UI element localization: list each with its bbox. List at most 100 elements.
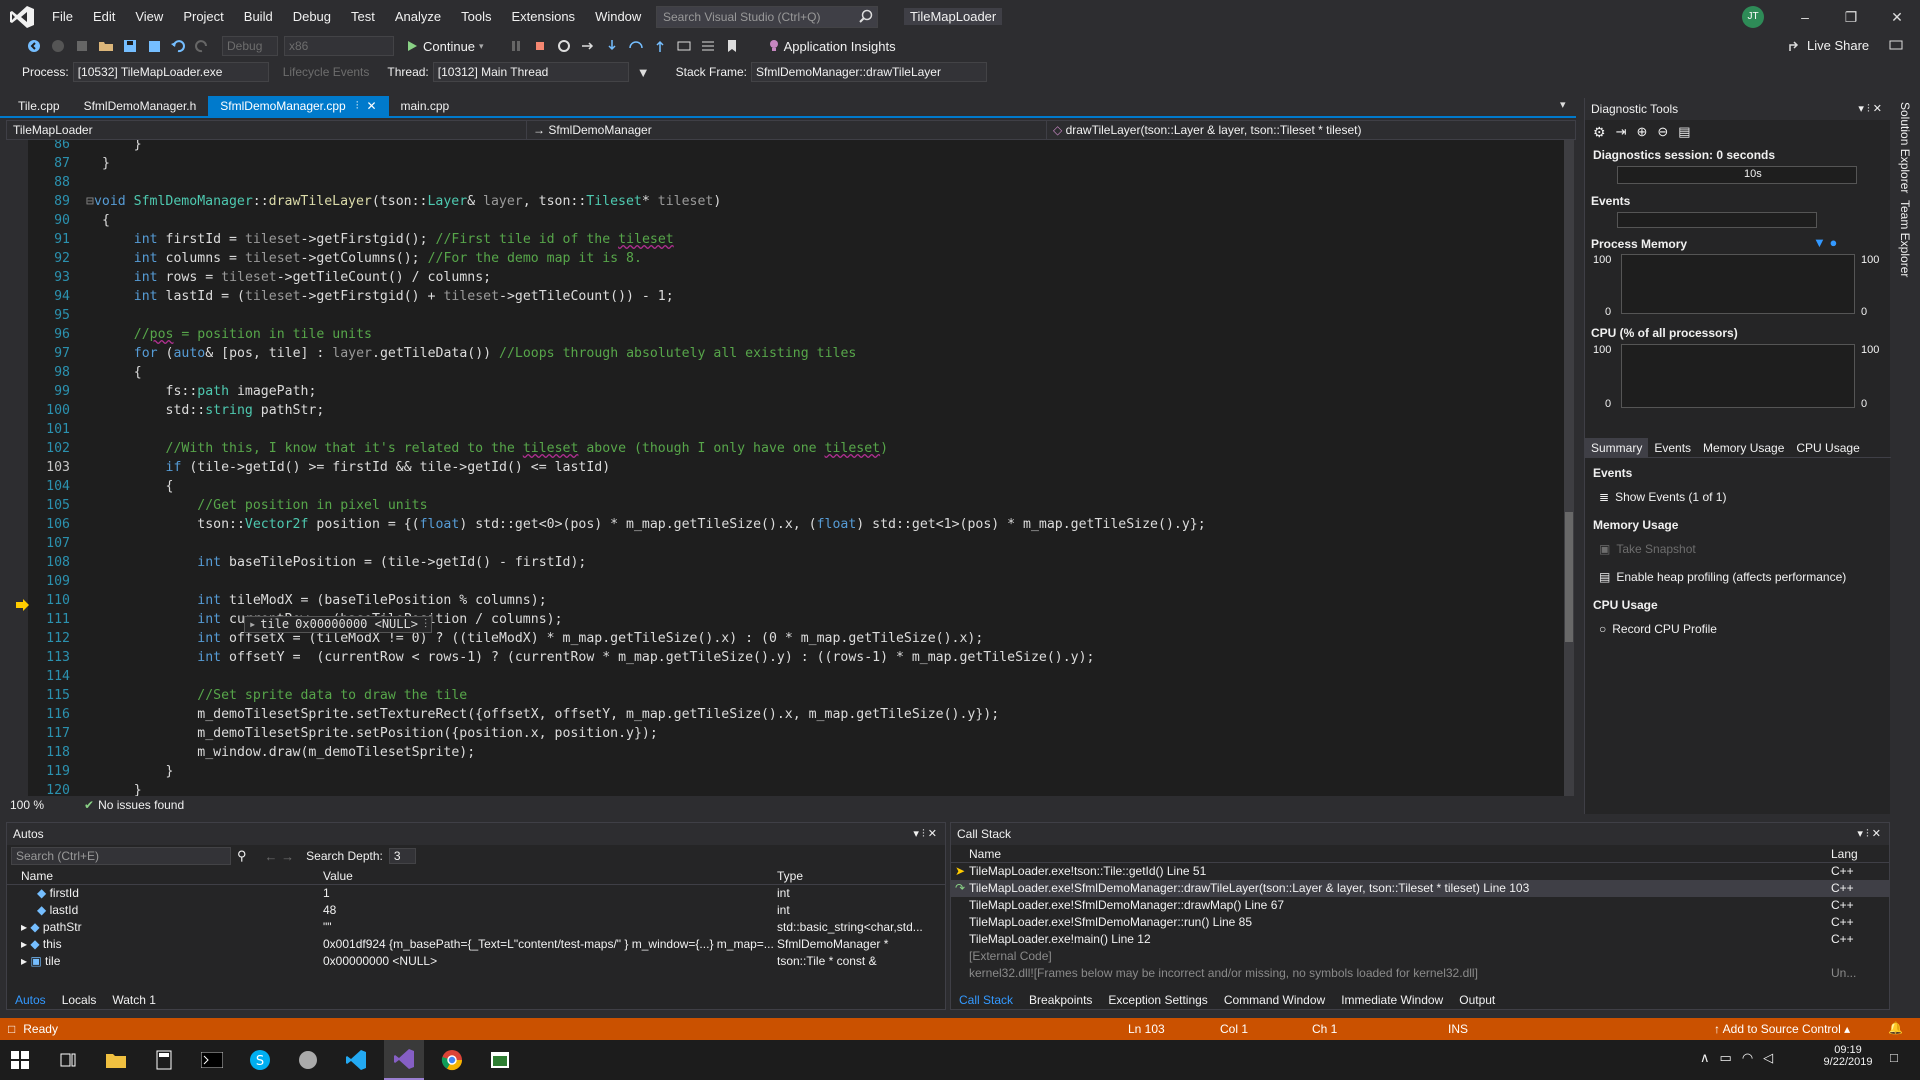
save-icon[interactable] bbox=[122, 38, 138, 54]
editor-scrollbar-thumb[interactable] bbox=[1565, 512, 1573, 642]
column-header-name[interactable]: Name bbox=[7, 867, 319, 885]
battery-icon[interactable]: ▭ bbox=[1720, 1050, 1732, 1066]
issues-status[interactable]: No issues found bbox=[98, 798, 184, 812]
step-over-icon[interactable] bbox=[628, 38, 644, 54]
tab-tile-cpp[interactable]: Tile.cpp bbox=[6, 96, 72, 116]
timeline-ruler[interactable]: 10s bbox=[1617, 166, 1857, 184]
column-header-lang[interactable]: Lang bbox=[1827, 845, 1887, 863]
list-item[interactable]: [External Code] bbox=[951, 948, 1889, 965]
list-item[interactable]: ➤ TileMapLoader.exe!tson::Tile::getId() L… bbox=[951, 863, 1889, 880]
show-events-link[interactable]: ≣ Show Events (1 of 1) bbox=[1599, 490, 1726, 504]
menu-file[interactable]: File bbox=[42, 0, 83, 34]
tab-sfmldemomanager-h[interactable]: SfmlDemoManager.h bbox=[72, 96, 209, 116]
menu-debug[interactable]: Debug bbox=[283, 0, 341, 34]
new-project-icon[interactable] bbox=[74, 38, 90, 54]
terminal-icon[interactable] bbox=[192, 1040, 232, 1080]
char-indicator[interactable]: Ch 1 bbox=[1312, 1022, 1337, 1036]
vscode-icon[interactable] bbox=[336, 1040, 376, 1080]
member-dropdown[interactable]: ◇ drawTileLayer(tson::Layer & layer, tso… bbox=[1047, 121, 1567, 139]
list-item[interactable]: TileMapLoader.exe!SfmlDemoManager::drawM… bbox=[951, 897, 1889, 914]
tab-cpu-usage[interactable]: CPU Usage bbox=[1790, 441, 1865, 455]
menu-view[interactable]: View bbox=[125, 0, 173, 34]
reset-zoom-icon[interactable]: ▤ bbox=[1678, 124, 1690, 140]
notifications-icon[interactable]: 🔔 bbox=[1888, 1021, 1903, 1035]
zoom-select[interactable]: 100 % bbox=[10, 798, 44, 812]
editor-scrollbar[interactable] bbox=[1564, 140, 1574, 796]
visual-studio-icon[interactable] bbox=[384, 1040, 424, 1080]
calculator-icon[interactable] bbox=[144, 1040, 184, 1080]
source-control-button[interactable]: ↑ Add to Source Control ▴ bbox=[1714, 1022, 1850, 1036]
table-row[interactable]: ◆ lastId 48 int bbox=[7, 902, 945, 919]
skype-icon[interactable]: S bbox=[240, 1040, 280, 1080]
search-icon[interactable] bbox=[858, 8, 874, 24]
take-snapshot-button[interactable]: ▣ Take Snapshot bbox=[1599, 542, 1696, 556]
column-header-type[interactable]: Type bbox=[773, 867, 933, 885]
expand-icon[interactable]: ▸ bbox=[21, 937, 30, 951]
live-share-button[interactable]: Live Share bbox=[1788, 38, 1869, 53]
insert-mode-indicator[interactable]: INS bbox=[1448, 1022, 1468, 1036]
tab-watch-1[interactable]: Watch 1 bbox=[104, 991, 164, 1009]
chrome-icon[interactable] bbox=[432, 1040, 472, 1080]
search-input[interactable]: Search Visual Studio (Ctrl+Q) bbox=[656, 6, 878, 28]
app-icon[interactable] bbox=[288, 1040, 328, 1080]
code-editor[interactable]: 86 } 87} 88 89 ⊟void SfmlDemoManager::dra… bbox=[6, 140, 1574, 796]
tab-call-stack[interactable]: Call Stack bbox=[951, 991, 1021, 1009]
menu-tools[interactable]: Tools bbox=[451, 0, 501, 34]
cpu-graph[interactable] bbox=[1621, 344, 1855, 408]
lifecycle-events-button[interactable]: Lifecycle Events bbox=[283, 65, 370, 79]
minimize-icon[interactable]: – bbox=[1782, 0, 1828, 34]
expand-icon[interactable]: ▸ bbox=[21, 954, 30, 968]
table-row[interactable]: ▸ ◆ this 0x001df924 {m_basePath={_Text=L"… bbox=[7, 936, 945, 953]
menu-edit[interactable]: Edit bbox=[83, 0, 125, 34]
stop-icon[interactable] bbox=[532, 38, 548, 54]
tab-output[interactable]: Output bbox=[1451, 991, 1503, 1009]
solution-platform-select[interactable]: x86 bbox=[284, 36, 394, 56]
pin-datatip-icon[interactable]: ⫶ bbox=[424, 617, 427, 632]
search-icon[interactable]: ⚲ bbox=[237, 848, 247, 864]
table-row[interactable]: ◆ firstId 1 int bbox=[7, 885, 945, 902]
export-icon[interactable]: ⇥ bbox=[1616, 124, 1627, 140]
column-header-value[interactable]: Value bbox=[319, 867, 773, 885]
tab-immediate-window[interactable]: Immediate Window bbox=[1333, 991, 1451, 1009]
close-tab-icon[interactable]: ✕ bbox=[366, 96, 376, 116]
events-track[interactable] bbox=[1617, 212, 1817, 228]
chevron-down-icon[interactable]: ▾ bbox=[479, 41, 484, 52]
list-item[interactable]: ↷ TileMapLoader.exe!SfmlDemoManager::draw… bbox=[951, 880, 1889, 897]
panel-menu-icon[interactable]: ▾ ⫶ ✕ bbox=[1858, 98, 1882, 120]
back-icon[interactable] bbox=[26, 38, 42, 54]
menu-extensions[interactable]: Extensions bbox=[501, 0, 585, 34]
clock[interactable]: 09:19 9/22/2019 bbox=[1818, 1044, 1878, 1068]
scope-dropdown[interactable]: → SfmlDemoManager bbox=[527, 121, 1047, 139]
menu-project[interactable]: Project bbox=[173, 0, 233, 34]
tab-events[interactable]: Events bbox=[1648, 441, 1697, 455]
record-cpu-profile-button[interactable]: ○ Record CPU Profile bbox=[1599, 622, 1717, 636]
feedback-icon[interactable] bbox=[1888, 38, 1904, 54]
tab-locals[interactable]: Locals bbox=[54, 991, 105, 1009]
volume-icon[interactable]: ◁ bbox=[1763, 1050, 1773, 1066]
list-item[interactable]: TileMapLoader.exe!SfmlDemoManager::run()… bbox=[951, 914, 1889, 931]
application-insights-button[interactable]: Application Insights bbox=[768, 39, 896, 54]
panel-menu-icon[interactable]: ▾ ⫶ ✕ bbox=[1857, 823, 1881, 845]
bookmark-icon[interactable] bbox=[724, 38, 740, 54]
expand-icon[interactable]: ▸ bbox=[249, 617, 256, 632]
tab-main-cpp[interactable]: main.cpp bbox=[389, 96, 462, 116]
heap-profiling-toggle[interactable]: ▤ Enable heap profiling (affects performa… bbox=[1599, 570, 1846, 584]
list-item[interactable]: TileMapLoader.exe!main() Line 12 C++ bbox=[951, 931, 1889, 948]
menu-build[interactable]: Build bbox=[234, 0, 283, 34]
process-select[interactable]: [10532] TileMapLoader.exe bbox=[72, 62, 269, 82]
open-folder-icon[interactable] bbox=[98, 38, 114, 54]
menu-test[interactable]: Test bbox=[341, 0, 385, 34]
task-view-icon[interactable] bbox=[48, 1040, 88, 1080]
tab-command-window[interactable]: Command Window bbox=[1216, 991, 1333, 1009]
list-item[interactable]: kernel32.dll![Frames below may be incorr… bbox=[951, 965, 1889, 982]
zoom-out-icon[interactable]: ⊖ bbox=[1657, 124, 1668, 140]
menu-analyze[interactable]: Analyze bbox=[385, 0, 451, 34]
tab-sfmldemomanager-cpp[interactable]: SfmlDemoManager.cpp ⫶ ✕ bbox=[208, 96, 389, 116]
menu-window[interactable]: Window bbox=[585, 0, 651, 34]
solution-explorer-tab[interactable]: Solution Explorer bbox=[1898, 102, 1912, 193]
filter-icon[interactable]: ▼ bbox=[637, 65, 650, 80]
chevron-up-icon[interactable]: ∧ bbox=[1700, 1050, 1710, 1066]
back-icon[interactable]: ← → bbox=[265, 849, 295, 864]
step-out-icon[interactable] bbox=[652, 38, 668, 54]
save-all-icon[interactable] bbox=[146, 38, 162, 54]
